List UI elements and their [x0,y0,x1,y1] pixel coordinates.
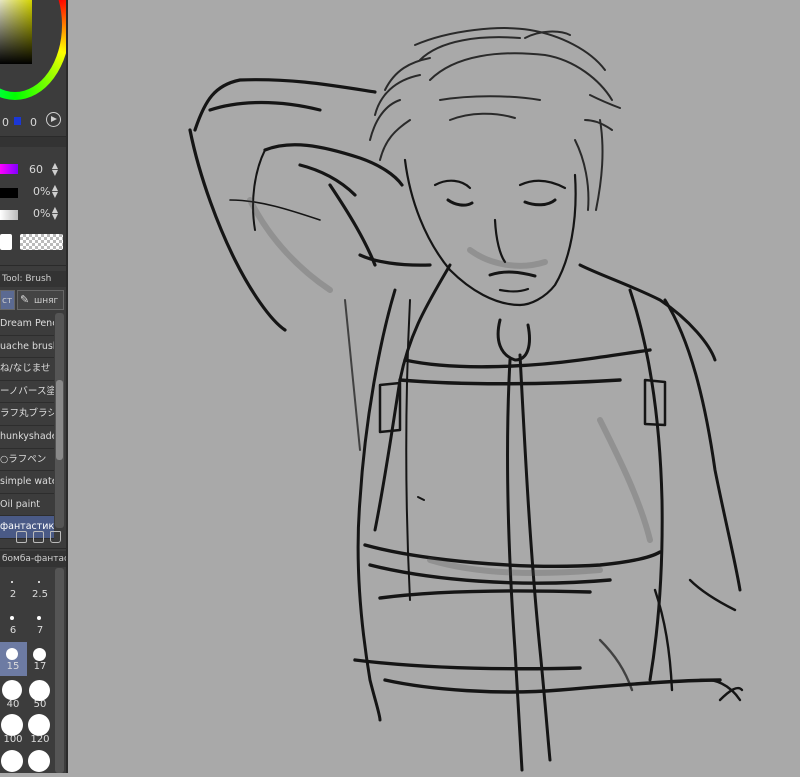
size-dot [37,616,41,620]
size-dot [1,750,23,772]
size-dot [38,581,40,583]
size-2-5[interactable]: 2.5 [27,589,53,600]
slider-2-fill[interactable] [0,188,18,198]
brush-item[interactable]: ーノバース塗 [0,380,54,404]
left-tool-panel: 0 0 60 ▲ ▼ 0% ▲ ▼ 0% ▲ ▼ Tool: Brush ст шня… [0,0,66,773]
size-dot [10,616,14,620]
drawing-canvas[interactable] [68,0,800,773]
tool-panel-header: Tool: Brush [0,271,66,287]
slider-3-value: 0% [33,207,51,220]
rgb-value-g: 0 [2,116,9,129]
color-wheel-panel [0,0,66,110]
hair-strokes [369,27,621,211]
size-100[interactable]: 100 [0,734,26,745]
size-7[interactable]: 7 [27,625,53,636]
size-list-scrollbar[interactable] [55,568,64,773]
brush-size-header: бомба-фантас [0,551,66,567]
tab-brush-group-1[interactable]: ст [0,290,15,310]
size-dot [29,680,50,701]
size-dot [11,581,13,583]
blue-channel-swatch [14,117,21,125]
trash-icon[interactable] [50,531,61,543]
size-2[interactable]: 2 [0,589,26,600]
size-17[interactable]: 17 [27,661,53,672]
brush-item[interactable]: hunkyshader [0,425,54,449]
play-icon[interactable] [46,112,61,127]
size-50[interactable]: 50 [27,699,53,710]
slider-2-stepper[interactable]: ▲ ▼ [51,184,59,199]
size-6[interactable]: 6 [0,625,26,636]
brush-list-scroll-thumb[interactable] [56,380,63,460]
slider-3-fill[interactable] [0,210,18,220]
brush-item-selected[interactable]: фантастик [0,516,54,539]
panel-header [0,137,66,147]
slider-1-value: 60 [29,163,43,176]
panel-divider [0,265,66,266]
size-dot [1,714,23,736]
size-120[interactable]: 120 [27,734,53,745]
tie-strokes [496,318,552,772]
brush-item[interactable]: ○ラフペン [0,448,54,472]
opacity-slider-fill[interactable] [0,164,18,174]
panel-divider [0,548,66,549]
size-dot [33,648,46,661]
duplicate-icon[interactable] [33,531,44,543]
stray-mark [417,496,425,501]
tab-brush-group-2-label: шняг [34,296,59,306]
slider-1-stepper[interactable]: ▲ ▼ [51,162,59,177]
pencil-icon: ✎ [20,293,30,306]
size-15[interactable]: 15 [0,661,26,672]
brush-list: Dream Pencil uache brush ね/なじませ ーノバース塗 ラ… [0,313,54,539]
import-icon[interactable] [16,531,27,543]
size-40[interactable]: 40 [0,699,26,710]
sketch-drawing [188,27,744,772]
brush-item[interactable]: Oil paint [0,493,54,517]
slider-2-value: 0% [33,185,51,198]
size-dot [28,750,50,772]
brush-item[interactable]: ね/なじませ [0,358,54,381]
main-color-swatch[interactable] [0,234,12,250]
brush-item[interactable]: uache brush [0,335,54,359]
slider-3-stepper[interactable]: ▲ ▼ [51,206,59,221]
torso-strokes [344,263,742,722]
brush-item[interactable]: Dream Pencil [0,313,54,336]
transparent-color-swatch[interactable] [20,234,63,250]
sleeve-strokes [598,578,744,702]
brush-item[interactable]: ラフ丸ブラシ [0,403,54,426]
size-dot [2,680,22,700]
face-strokes [403,158,577,307]
size-dot [6,648,18,660]
saturation-value-square[interactable] [0,0,32,64]
harness-strokes [353,348,722,694]
shading-strokes [247,197,653,576]
brush-item[interactable]: simple water [0,471,54,494]
size-dot [28,714,50,736]
rgb-value-b: 0 [30,116,37,129]
